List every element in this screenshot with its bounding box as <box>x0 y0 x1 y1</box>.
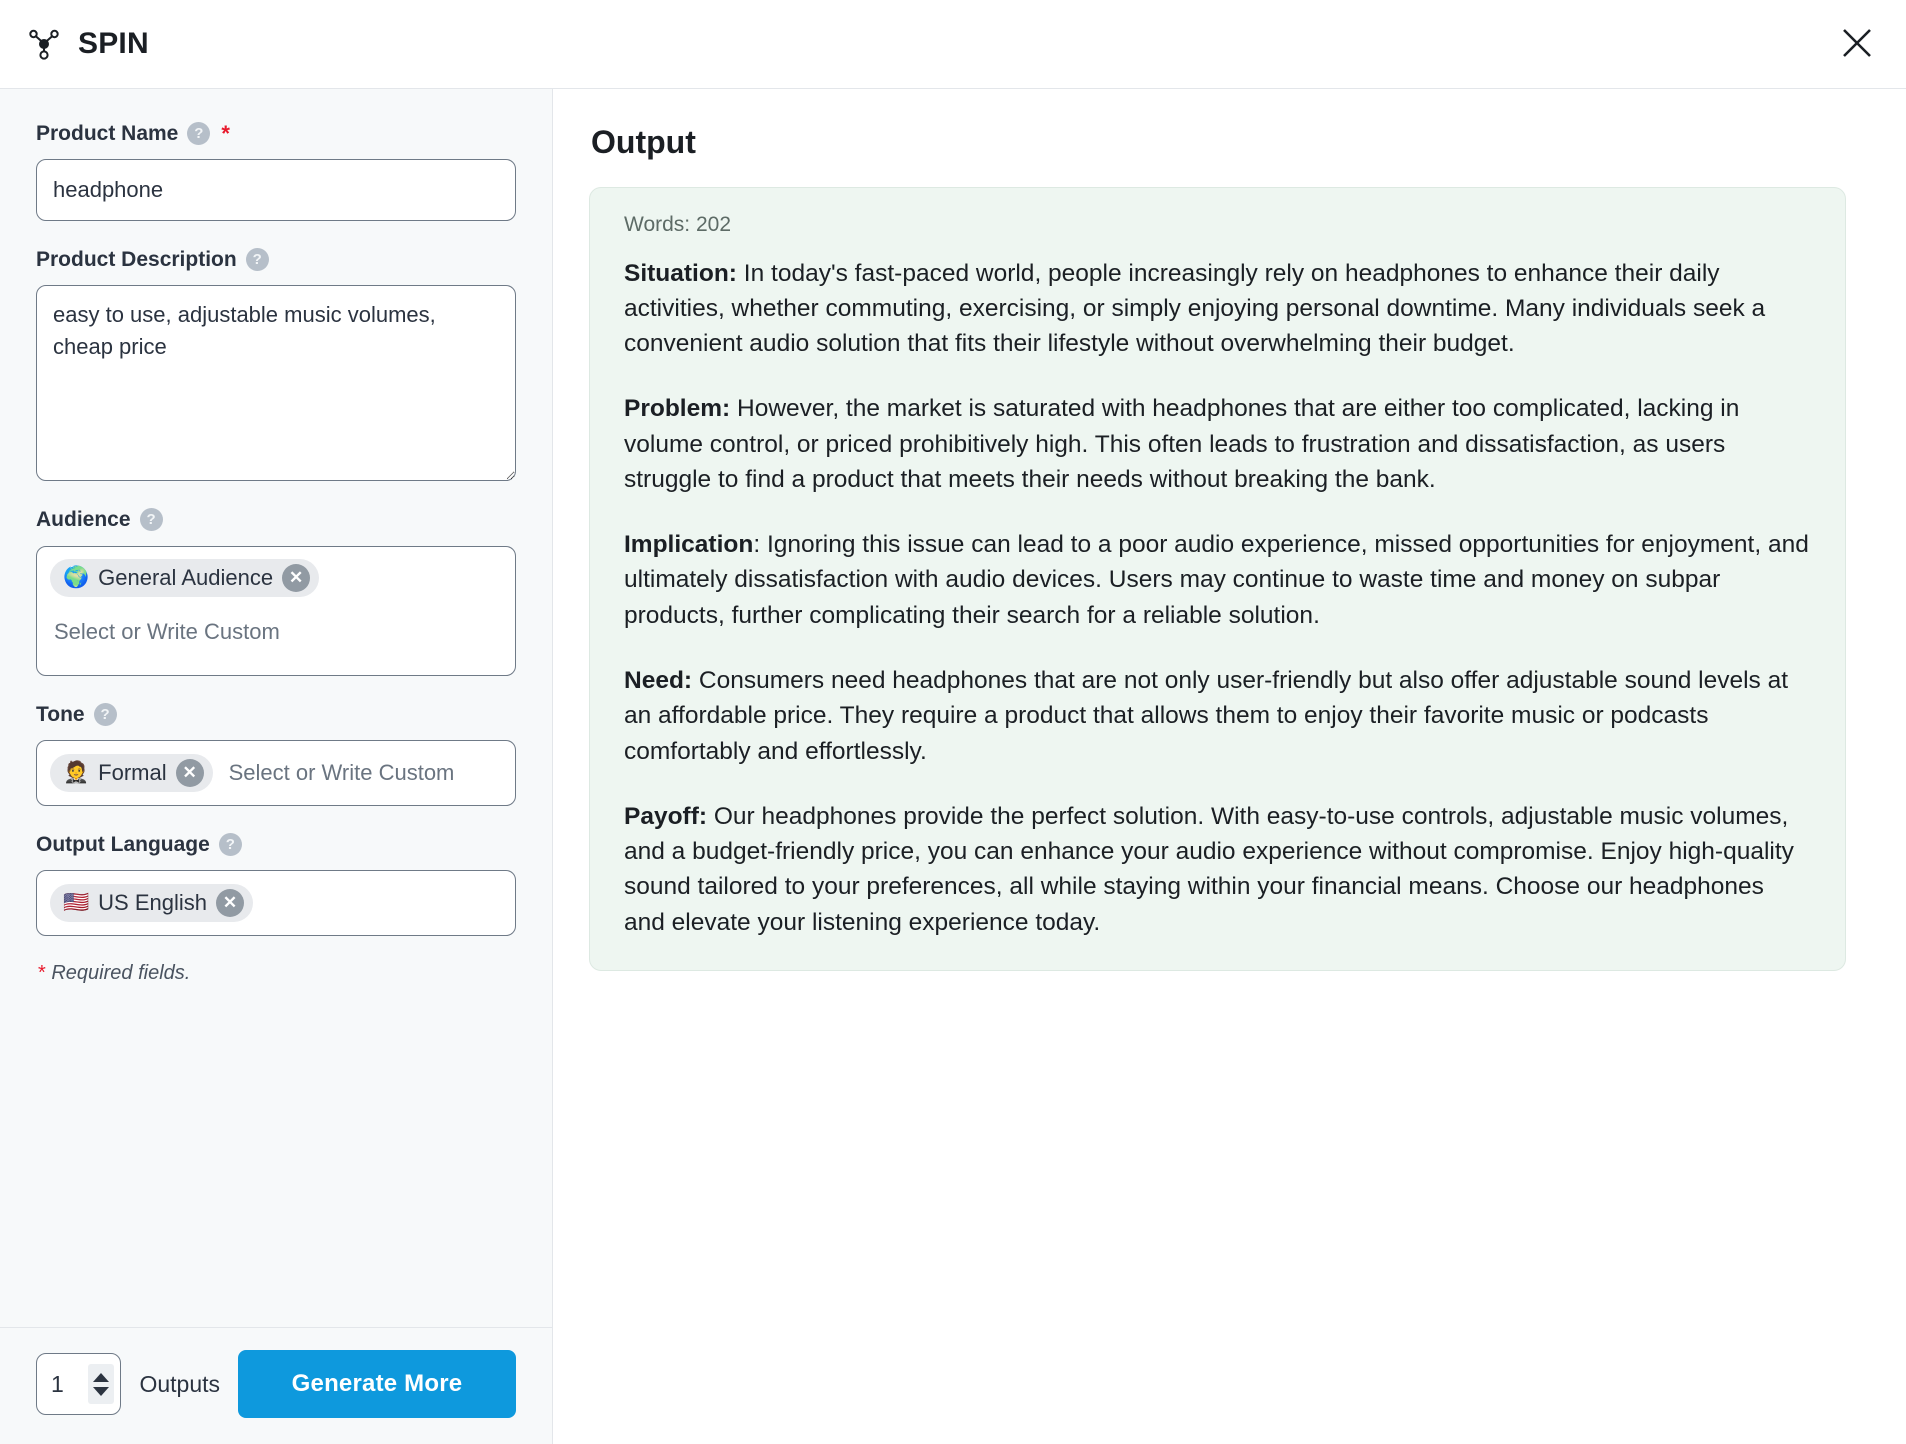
globe-icon: 🌍 <box>63 566 90 590</box>
product-description-textarea[interactable]: easy to use, adjustable music volumes, c… <box>36 285 516 482</box>
output-language-select[interactable]: 🇺🇸 US English ✕ <box>36 869 516 936</box>
remove-chip-icon[interactable]: ✕ <box>282 563 311 592</box>
main-split: Product Name ? * Product Description ? e… <box>0 89 1906 1444</box>
output-language-label: Output Language <box>36 832 210 856</box>
output-paragraph-text: Consumers need headphones that are not o… <box>624 666 1789 765</box>
help-circle-icon[interactable]: ? <box>187 122 211 146</box>
required-fields-note: * Required fields. <box>38 962 516 985</box>
audience-label: Audience <box>36 508 131 532</box>
help-circle-icon[interactable]: ? <box>245 248 269 272</box>
tone-chip-label: Formal <box>98 760 167 785</box>
output-result-card: Words: 202 Situation: In today's fast-pa… <box>589 187 1846 971</box>
spin-generator-window: SPIN Product Name ? * headphone Product … <box>0 0 1906 1444</box>
input-form-panel: Product Name ? * Product Description ? e… <box>0 89 553 1444</box>
output-language-chip[interactable]: 🇺🇸 US English ✕ <box>50 883 253 922</box>
help-circle-icon[interactable]: ? <box>93 702 117 726</box>
field-output-language: Output Language ? 🇺🇸 US English ✕ <box>36 832 516 936</box>
stepper-arrows[interactable] <box>88 1364 115 1404</box>
product-name-label: Product Name <box>36 122 179 145</box>
required-note-asterisk: * <box>38 961 46 984</box>
output-paragraph-text: Our headphones provide the perfect solut… <box>624 802 1794 936</box>
output-paragraph-heading: Need: <box>624 666 693 694</box>
output-paragraph: Situation: In today's fast-paced world, … <box>624 256 1811 362</box>
close-button[interactable] <box>1830 17 1884 71</box>
help-circle-icon[interactable]: ? <box>139 508 163 532</box>
required-asterisk: * <box>221 120 230 146</box>
product-description-label-row: Product Description ? <box>36 247 516 272</box>
field-audience: Audience ? 🌍 General Audience ✕ Select o… <box>36 507 516 676</box>
output-paragraph-text: : Ignoring this issue can lead to a poor… <box>624 531 1809 629</box>
outputs-label: Outputs <box>139 1370 220 1397</box>
output-paragraph-heading: Situation: <box>624 259 737 287</box>
audience-placeholder: Select or Write Custom <box>54 618 280 644</box>
outputs-stepper[interactable]: 1 <box>36 1353 122 1415</box>
output-paragraph: Implication: Ignoring this issue can lea… <box>624 527 1811 633</box>
generate-more-button[interactable]: Generate More <box>238 1350 516 1418</box>
audience-chip[interactable]: 🌍 General Audience ✕ <box>50 558 320 597</box>
form-action-bar: 1 Outputs Generate More <box>0 1327 552 1444</box>
brand: SPIN <box>24 24 149 64</box>
field-tone: Tone ? 🤵 Formal ✕ Select or Write Custom <box>36 702 516 806</box>
output-paragraph: Payoff: Our headphones provide the perfe… <box>624 799 1811 940</box>
window-titlebar: SPIN <box>0 0 1906 89</box>
tone-label: Tone <box>36 702 85 726</box>
molecule-network-icon <box>24 24 64 64</box>
output-language-chip-label: US English <box>98 890 207 916</box>
product-name-input[interactable] <box>36 159 516 222</box>
output-paragraph-heading: Payoff: <box>624 802 708 830</box>
output-paragraph-text: However, the market is saturated with he… <box>624 395 1740 493</box>
close-icon <box>1840 26 1874 63</box>
help-circle-icon[interactable]: ? <box>218 832 242 856</box>
tone-placeholder: Select or Write Custom <box>228 759 455 785</box>
chevron-down-icon[interactable] <box>93 1386 110 1396</box>
audience-chip-label: General Audience <box>98 564 274 590</box>
output-body: Situation: In today's fast-paced world, … <box>624 256 1811 940</box>
form-fields: Product Name ? * Product Description ? e… <box>0 89 552 1327</box>
chevron-up-icon[interactable] <box>93 1372 110 1382</box>
output-paragraph-heading: Implication <box>624 531 754 559</box>
field-product-description: Product Description ? easy to use, adjus… <box>36 247 516 482</box>
word-count-label: Words: 202 <box>624 213 731 237</box>
output-panel: Output Words: 202 Situation: In today's … <box>553 89 1906 1444</box>
output-paragraph-heading: Problem: <box>624 395 731 423</box>
tone-chip[interactable]: 🤵 Formal ✕ <box>50 753 213 792</box>
tone-select[interactable]: 🤵 Formal ✕ Select or Write Custom <box>36 739 516 806</box>
field-product-name: Product Name ? * <box>36 121 516 222</box>
outputs-count-value: 1 <box>51 1370 64 1397</box>
app-title: SPIN <box>78 27 149 60</box>
audience-select[interactable]: 🌍 General Audience ✕ Select or Write Cus… <box>36 545 516 676</box>
output-language-label-row: Output Language ? <box>36 832 516 857</box>
output-paragraph: Need: Consumers need headphones that are… <box>624 663 1811 769</box>
us-flag-icon: 🇺🇸 <box>63 891 90 915</box>
audience-label-row: Audience ? <box>36 507 516 532</box>
product-name-label-row: Product Name ? * <box>36 121 516 146</box>
output-heading: Output <box>591 124 696 160</box>
product-description-label: Product Description <box>36 248 237 272</box>
remove-chip-icon[interactable]: ✕ <box>175 758 204 787</box>
required-note-text: Required fields. <box>45 961 191 984</box>
tuxedo-person-icon: 🤵 <box>63 761 90 785</box>
tone-label-row: Tone ? <box>36 702 516 727</box>
output-paragraph: Problem: However, the market is saturate… <box>624 391 1811 497</box>
output-paragraph-text: In today's fast-paced world, people incr… <box>624 259 1766 358</box>
remove-chip-icon[interactable]: ✕ <box>216 888 244 917</box>
